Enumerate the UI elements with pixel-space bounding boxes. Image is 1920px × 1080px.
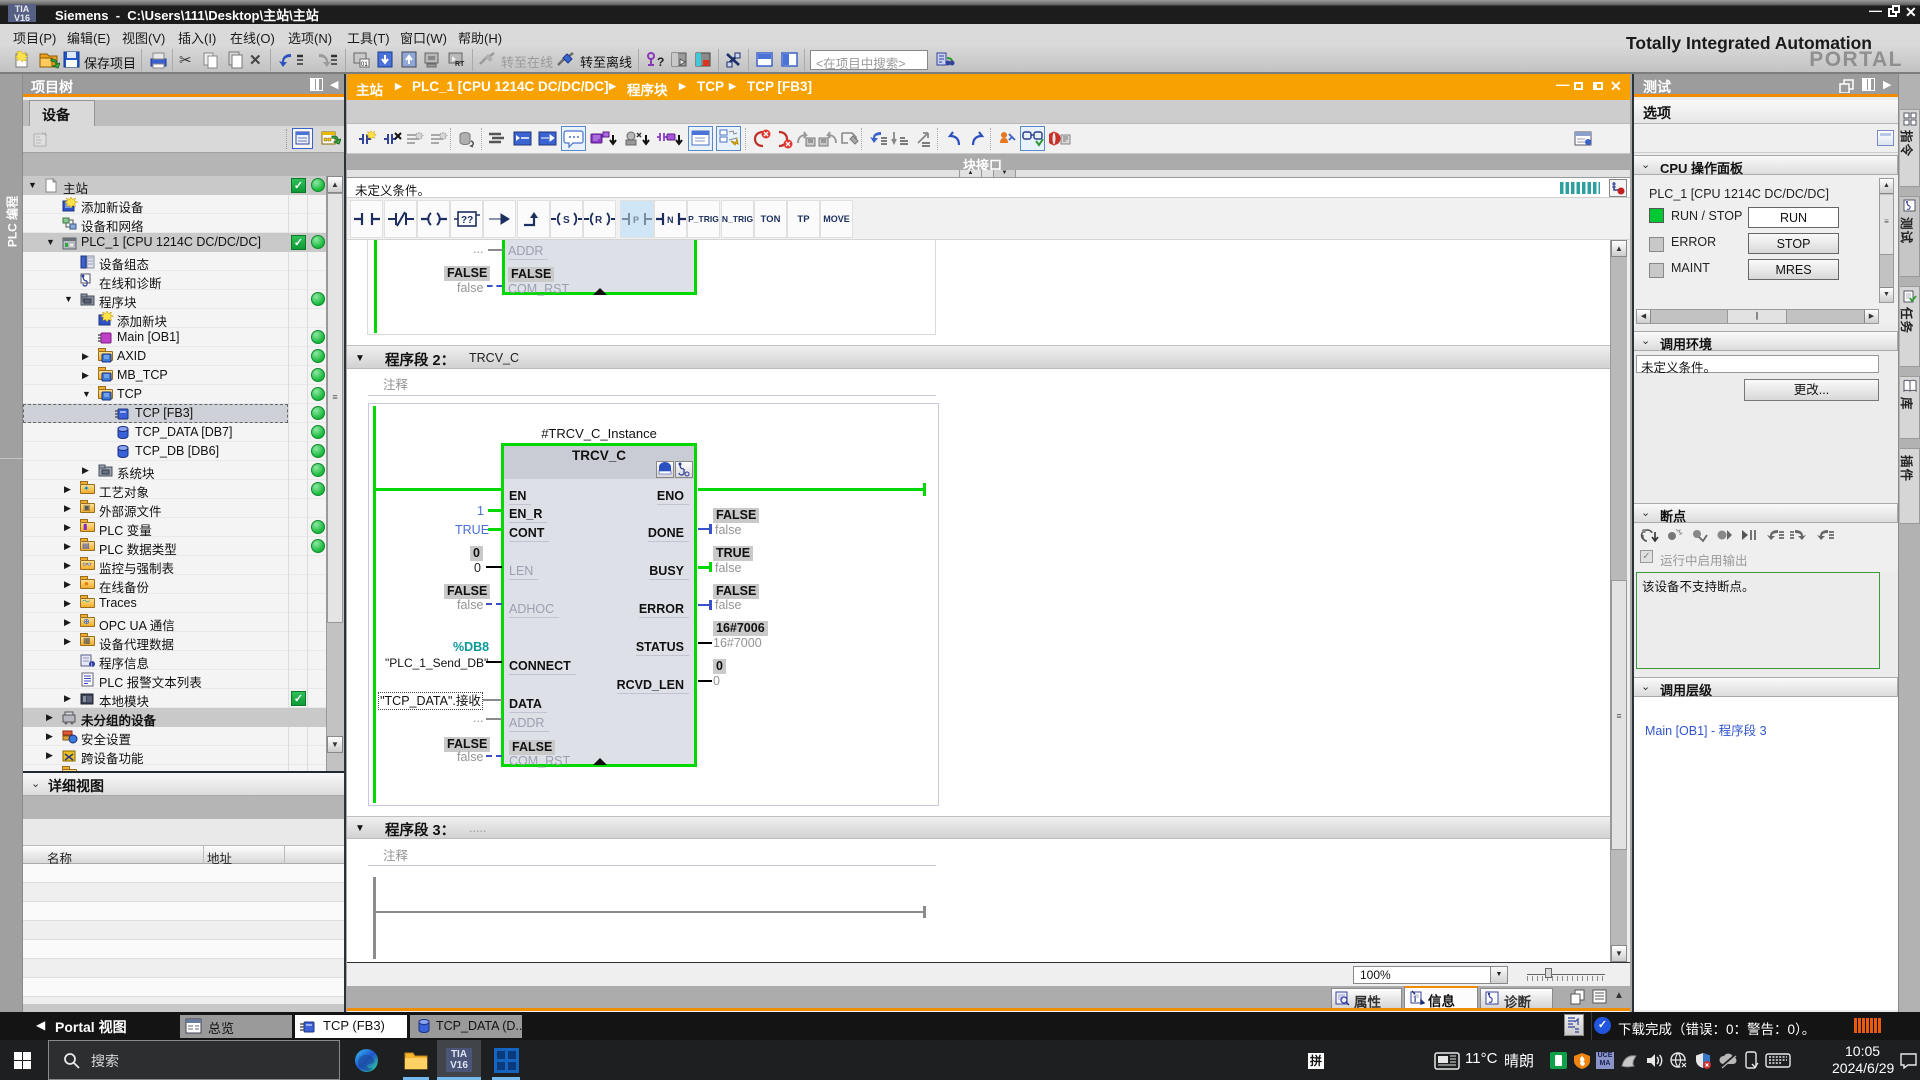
svg-text:i: i [1414,995,1416,1004]
svg-text:RT: RT [455,61,465,68]
svg-text:S: S [563,215,570,226]
svg-text:N: N [667,215,674,225]
svg-text:R: R [595,215,603,226]
svg-text:01: 01 [361,62,368,68]
svg-text:??: ?? [461,215,473,226]
svg-text:P: P [633,215,639,225]
svg-text:?: ? [657,55,664,69]
